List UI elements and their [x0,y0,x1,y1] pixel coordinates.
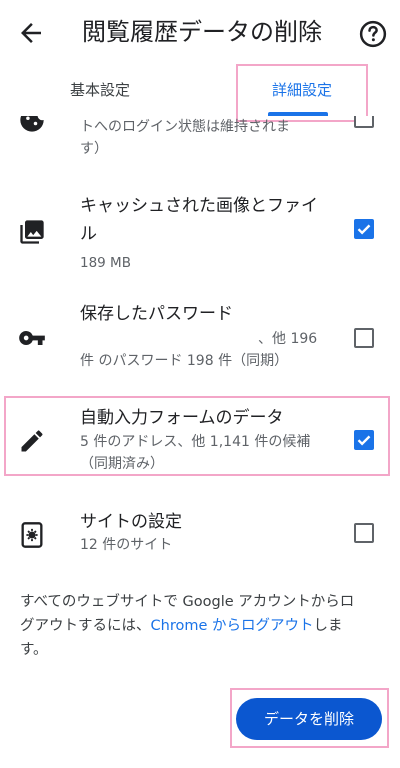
key-icon [19,331,45,345]
cookie-icon [20,116,44,132]
site-settings-title: サイトの設定 [80,512,182,532]
check-icon [357,224,371,235]
footer-line-2-pre: グアウトするには、 [20,618,151,634]
passwords-checkbox[interactable] [354,328,374,348]
site-settings-icon [21,522,43,548]
image-icon [20,220,44,244]
tab-basic[interactable]: 基本設定 [40,64,160,116]
cookies-row[interactable]: トへのログイン状態は維持されま す） [0,116,400,176]
check-icon [357,435,371,446]
cache-checkbox[interactable] [354,219,374,239]
sign-out-chrome-link[interactable]: Chrome からログアウト [151,618,314,634]
cookies-subtext-2: す） [80,141,108,157]
passwords-subtext-1: 、他 196 [258,331,318,347]
settings-list[interactable]: トへのログイン状態は維持されま す） キャッシュされた画像とファイ ル 189 … [0,116,400,768]
autofill-title: 自動入力フォームのデータ [80,408,284,428]
cache-size: 189 MB [80,255,131,271]
help-icon [359,20,387,48]
app-bar: 閲覧履歴データの削除 [0,0,400,64]
footer-line-2: グアウトするには、Chrome からログアウトしま [20,614,380,638]
site-settings-row[interactable]: サイトの設定 12 件のサイト [0,510,400,562]
back-button[interactable] [16,18,46,48]
edit-pencil-icon [21,430,43,452]
site-settings-subtext: 12 件のサイト [80,537,173,553]
cache-title-2: ル [80,224,97,244]
page-title: 閲覧履歴データの削除 [82,18,322,46]
passwords-title: 保存したパスワード [80,304,233,324]
tab-bar: 基本設定 詳細設定 [0,64,400,116]
footer-line-2-post: しま [313,618,343,634]
help-button[interactable] [358,19,388,49]
autofill-row[interactable]: 自動入力フォームのデータ 5 件のアドレス、他 1,141 件の候補 （同期済み… [0,406,400,478]
cache-row[interactable]: キャッシュされた画像とファイ ル 189 MB [0,194,400,271]
delete-data-button[interactable]: データを削除 [236,698,382,740]
site-settings-checkbox[interactable] [354,523,374,543]
autofill-checkbox[interactable] [354,430,374,450]
footer-note: すべてのウェブサイトで Google アカウントからロ グアウトするには、Chr… [20,590,380,662]
passwords-subtext-2: 件 のパスワード 198 件（同期） [80,353,289,369]
autofill-subtext-1: 5 件のアドレス、他 1,141 件の候補 [80,434,311,450]
autofill-subtext-2: （同期済み） [80,456,164,472]
footer-line-1: すべてのウェブサイトで Google アカウントからロ [20,594,355,610]
cookies-checkbox[interactable] [354,116,374,128]
arrow-back-icon [21,23,41,43]
cache-title-1: キャッシュされた画像とファイ [80,196,318,216]
cookies-subtext-1: トへのログイン状態は維持されま [80,119,290,135]
passwords-row[interactable]: 保存したパスワード 、他 196 件 のパスワード 198 件（同期） [0,302,400,380]
tab-advanced[interactable]: 詳細設定 [238,64,366,116]
footer-line-3: す。 [20,642,48,658]
